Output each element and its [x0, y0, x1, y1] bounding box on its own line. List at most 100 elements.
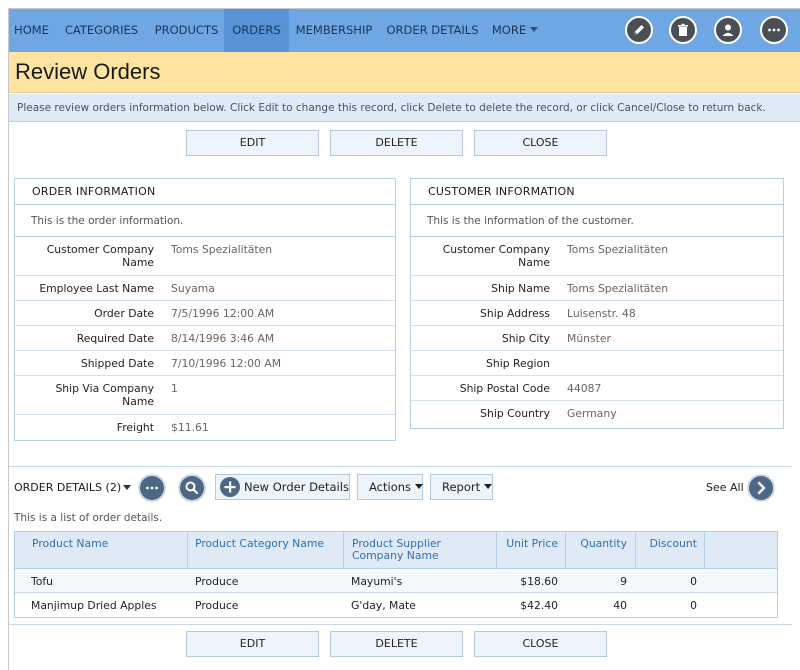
top-nav: Home Categories Products Orders Membersh… [9, 9, 800, 52]
chevron-down-icon [530, 27, 539, 32]
nav-order-details[interactable]: Order Details [384, 9, 481, 52]
actions-label: Actions [369, 480, 412, 494]
edit-button-top[interactable]: Edit [186, 130, 319, 156]
table-row[interactable]: Tofu Produce Mayumi's $18.60 9 0 [15, 569, 777, 593]
edit-pencil-button[interactable] [625, 16, 653, 44]
report-menu-button[interactable]: Report [430, 474, 493, 500]
field-value: Toms Spezialitäten [171, 243, 273, 256]
nav-categories[interactable]: Categories [59, 9, 144, 52]
edit-button-bottom[interactable]: Edit [186, 631, 319, 657]
field-value: Toms Spezialitäten [567, 282, 669, 295]
field-label: Customer Company Name [46, 243, 154, 269]
customer-information-title: Customer Information [411, 179, 783, 205]
field-value: 7/5/1996 12:00 AM [171, 307, 275, 320]
field-ship-name: Ship Name Toms Spezialitäten [411, 276, 783, 301]
field-value: 44087 [567, 382, 602, 395]
close-button-bottom[interactable]: Close [474, 631, 607, 657]
field-value: $11.61 [171, 421, 209, 434]
nav-order-details-label: Order Details [386, 23, 479, 37]
nav-orders[interactable]: Orders [224, 9, 289, 52]
nav-more[interactable]: More [489, 9, 541, 52]
field-customer-company-name: Customer Company Name Toms Spezialitäten [15, 237, 395, 276]
field-value: Germany [567, 407, 617, 420]
column-header-product-name[interactable]: Product Name [15, 532, 188, 569]
field-required-date: Required Date 8/14/1996 3:46 AM [15, 326, 395, 351]
order-details-view-selector[interactable]: Order Details (2) [14, 481, 132, 494]
field-ship-via-company-name: Ship Via Company Name 1 [15, 376, 395, 415]
field-freight: Freight $11.61 [15, 415, 395, 440]
field-ship-postal-code: Ship Postal Code 44087 [411, 376, 783, 401]
order-information-title: Order Information [15, 179, 395, 205]
delete-trash-button[interactable] [669, 16, 697, 44]
trash-icon [678, 23, 688, 36]
delete-button-top[interactable]: Delete [330, 130, 463, 156]
new-order-details-button[interactable]: New Order Details [215, 474, 350, 500]
field-ship-city: Ship City Münster [411, 326, 783, 351]
field-label: Ship Postal Code [459, 382, 550, 395]
field-label: Ship Region [486, 357, 550, 370]
see-all-button[interactable] [747, 474, 775, 502]
order-information-panel: Order Information This is the order info… [14, 178, 396, 441]
nav-home[interactable]: Home [9, 9, 54, 52]
cell-quantity: 40 [613, 599, 627, 612]
table-row[interactable]: Manjimup Dried Apples Produce G'day, Mat… [15, 593, 777, 617]
more-options-button[interactable] [760, 16, 788, 44]
user-account-button[interactable] [714, 16, 742, 44]
field-value: 1 [171, 382, 178, 395]
cell-product-name: Tofu [31, 575, 54, 588]
cell-quantity: 9 [620, 575, 627, 588]
report-label: Report [442, 480, 481, 494]
cell-unit-price: $18.60 [520, 575, 558, 588]
app-frame: Home Categories Products Orders Membersh… [8, 8, 800, 670]
field-label: Required Date [76, 332, 154, 345]
ellipsis-icon [146, 486, 158, 490]
field-employee-last-name: Employee Last Name Suyama [15, 276, 395, 301]
search-icon [185, 481, 199, 495]
ellipsis-icon [768, 28, 780, 32]
see-all-link[interactable]: See All [706, 481, 744, 494]
column-header-unit-price[interactable]: Unit Price [497, 532, 566, 569]
field-value: 8/14/1996 3:46 AM [171, 332, 275, 345]
plus-icon [220, 477, 240, 497]
more-actions-button[interactable] [138, 474, 166, 502]
field-label: Order Date [94, 307, 154, 320]
column-header-discount[interactable]: Discount [636, 532, 705, 569]
section-divider [9, 624, 792, 625]
field-value: Toms Spezialitäten [567, 243, 669, 256]
nav-home-label: Home [14, 23, 49, 37]
user-icon [722, 24, 734, 36]
nav-products[interactable]: Products [149, 9, 224, 52]
delete-button-bottom[interactable]: Delete [330, 631, 463, 657]
nav-membership-label: Membership [295, 23, 373, 37]
field-label: Ship City [501, 332, 550, 345]
field-value: Suyama [171, 282, 215, 295]
customer-information-panel: Customer Information This is the informa… [410, 178, 784, 429]
field-order-date: Order Date 7/5/1996 12:00 AM [15, 301, 395, 326]
order-information-description: This is the order information. [15, 205, 395, 237]
chevron-right-icon [757, 481, 766, 495]
nav-categories-label: Categories [64, 23, 139, 37]
pencil-icon [634, 25, 644, 35]
nav-membership[interactable]: Membership [294, 9, 374, 52]
actions-menu-button[interactable]: Actions [357, 474, 424, 500]
field-ship-address: Ship Address Luisenstr. 48 [411, 301, 783, 326]
field-label: Freight [116, 421, 154, 434]
new-order-details-label: New Order Details [244, 480, 349, 494]
column-header-product-category-name[interactable]: Product Category Name [188, 532, 344, 569]
search-button[interactable] [178, 474, 206, 502]
customer-information-description: This is the information of the customer. [411, 205, 783, 237]
chevron-down-icon [123, 484, 132, 490]
nav-products-label: Products [154, 23, 219, 37]
field-value: 7/10/1996 12:00 AM [171, 357, 282, 370]
field-ship-region: Ship Region [411, 351, 783, 376]
column-header-quantity[interactable]: Quantity [566, 532, 636, 569]
field-label: Ship Country [480, 407, 550, 420]
column-header-product-supplier-company-name[interactable]: Product Supplier Company Name [344, 532, 497, 569]
cell-product-category-name: Produce [195, 599, 239, 612]
cell-discount: 0 [690, 575, 697, 588]
field-value: Münster [567, 332, 611, 345]
field-label: Ship Via Company Name [55, 382, 154, 408]
page-title: Review Orders [15, 59, 161, 84]
close-button-top[interactable]: Close [474, 130, 607, 156]
cell-unit-price: $42.40 [520, 599, 558, 612]
